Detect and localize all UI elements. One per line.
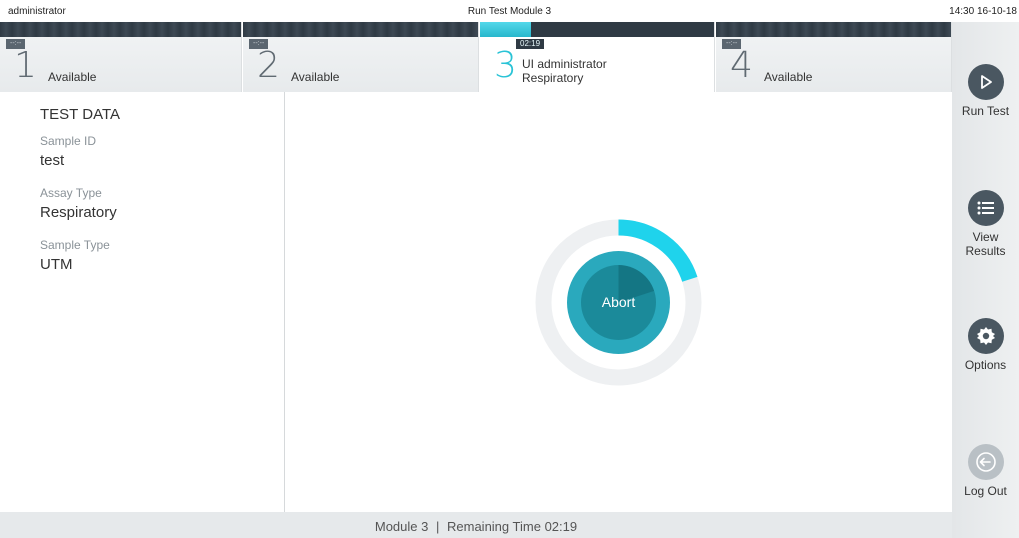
module-status: Available <box>764 70 813 84</box>
module-progress-strip <box>716 22 951 37</box>
log-out-icon <box>967 444 1004 480</box>
options-button[interactable]: Options <box>952 318 1019 372</box>
test-data-header: TEST DATA <box>40 106 121 123</box>
module-number: 1 <box>14 45 37 86</box>
abort-label: Abort <box>601 294 636 310</box>
abort-button[interactable]: Abort <box>567 251 670 354</box>
module-assay: Respiratory <box>522 71 584 85</box>
module-number: 4 <box>730 45 753 86</box>
view-results-label-line1: View <box>972 230 999 244</box>
tab-module-1[interactable]: --:-- 1 Available <box>0 22 242 92</box>
tab-module-4[interactable]: --:-- 4 Available <box>716 22 952 92</box>
tab-module-2[interactable]: --:-- 2 Available <box>243 22 479 92</box>
clock: 14:30 16-10-18 <box>949 6 1017 17</box>
sidebar: Run Test View Results Options Log Out <box>952 22 1019 538</box>
list-icon <box>967 190 1004 226</box>
module-progress-fill <box>480 22 532 37</box>
footer-separator: | <box>435 519 440 534</box>
window-title: Run Test Module 3 <box>467 6 552 17</box>
module-status: Available <box>291 70 340 84</box>
tab-module-3[interactable]: 02:19 3 UI administrator Respiratory <box>480 22 715 92</box>
run-test-label: Run Test <box>961 104 1010 118</box>
options-label: Options <box>964 358 1007 372</box>
gear-icon <box>967 318 1004 354</box>
top-bar: administrator Run Test Module 3 14:30 16… <box>0 0 1019 22</box>
sample-id-value: test <box>40 152 65 169</box>
run-progress-area: Abort <box>286 92 952 512</box>
view-results-label-line2: Results <box>965 244 1006 258</box>
footer-module: Module 3 <box>374 519 429 534</box>
module-progress-strip <box>243 22 478 37</box>
module-time: 02:19 <box>516 39 545 49</box>
log-out-label: Log Out <box>964 484 1007 498</box>
abort-button-core[interactable]: Abort <box>581 265 656 340</box>
footer-remaining-label: Remaining Time <box>447 519 541 534</box>
assay-type-value: Respiratory <box>40 204 117 221</box>
sample-type-value: UTM <box>40 256 73 273</box>
module-user: UI administrator <box>522 57 607 71</box>
module-tabs: --:-- 1 Available --:-- 2 Available 02:1… <box>0 22 952 92</box>
run-test-button[interactable]: Run Test <box>952 64 1019 118</box>
module-status: Available <box>48 70 97 84</box>
module-progress-strip <box>0 22 241 37</box>
module-number: 2 <box>257 45 280 86</box>
log-out-button[interactable]: Log Out <box>952 444 1019 498</box>
view-results-button[interactable]: View Results <box>952 190 1019 258</box>
test-data-panel: TEST DATA Sample ID test Assay Type Resp… <box>0 92 285 512</box>
status-footer: Module 3 | Remaining Time 02:19 <box>0 512 952 538</box>
assay-type-label: Assay Type <box>40 186 102 200</box>
sample-type-label: Sample Type <box>40 238 110 252</box>
footer-remaining-time: 02:19 <box>544 519 578 534</box>
play-icon <box>967 64 1004 100</box>
sample-id-label: Sample ID <box>40 134 97 148</box>
module-progress-strip <box>480 22 714 37</box>
module-number: 3 <box>494 45 517 86</box>
